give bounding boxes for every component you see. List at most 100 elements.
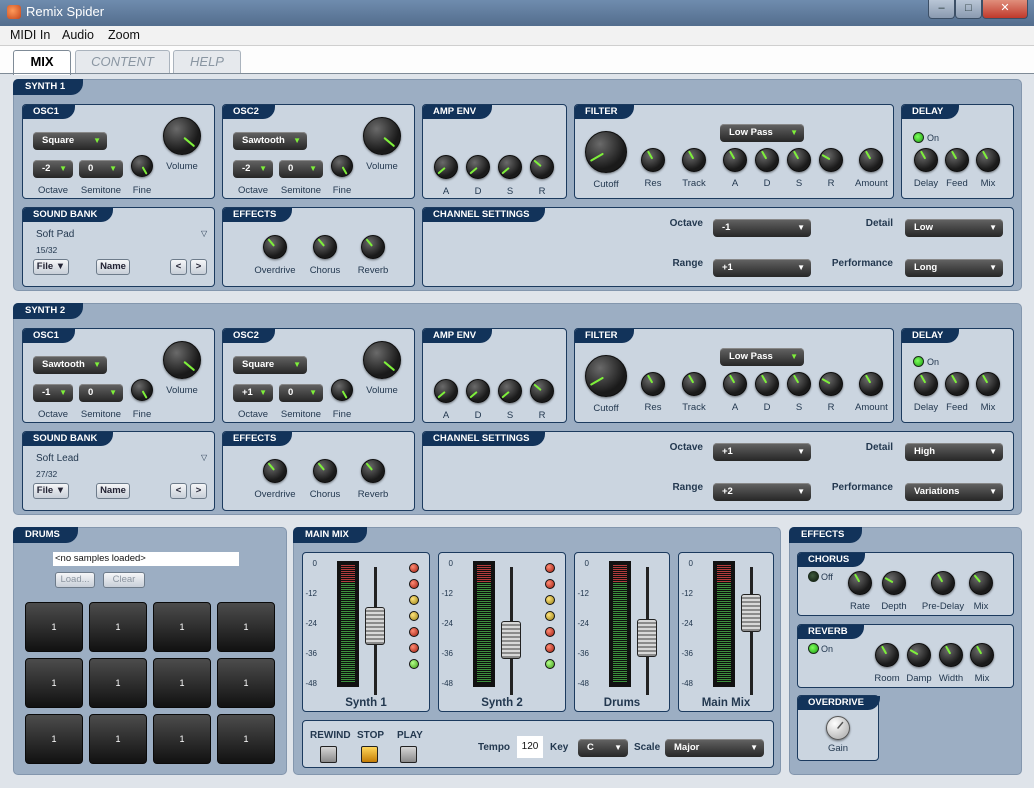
menu-audio[interactable]: Audio <box>62 28 94 42</box>
synth1-delay-knob-1[interactable] <box>945 148 969 172</box>
drum-pad[interactable]: 1 <box>217 714 275 764</box>
synth2-delay-led[interactable] <box>913 356 924 367</box>
tab-mix[interactable]: MIX <box>13 50 71 75</box>
fader-handle[interactable] <box>501 621 521 659</box>
synth1-osc1-wave-dropdown[interactable]: Square ▼ <box>33 132 107 150</box>
samples-field[interactable]: <no samples loaded> <box>53 552 239 566</box>
synth1-amp-env-knob-0[interactable] <box>434 155 458 179</box>
synth1-filter-knob-3[interactable] <box>755 148 779 172</box>
synth1-prev-button[interactable]: < <box>170 259 187 275</box>
synth2-effect-knob-0[interactable] <box>263 459 287 483</box>
fader-handle[interactable] <box>365 607 385 645</box>
reverb-knob-0[interactable] <box>875 643 899 667</box>
rewind-button[interactable] <box>320 746 337 763</box>
synth2-channel-detail-dropdown[interactable]: High ▼ <box>905 443 1003 461</box>
synth2-osc2-volume-knob[interactable] <box>363 341 401 379</box>
synth2-filter-knob-0[interactable] <box>641 372 665 396</box>
synth1-osc1-volume-knob[interactable] <box>163 117 201 155</box>
minimize-button[interactable]: – <box>928 0 955 19</box>
synth2-filter-knob-5[interactable] <box>819 372 843 396</box>
synth1-filter-knob-2[interactable] <box>723 148 747 172</box>
stop-button[interactable] <box>361 746 378 763</box>
synth1-delay-knob-0[interactable] <box>914 148 938 172</box>
clear-button[interactable]: Clear <box>103 572 145 588</box>
synth1-osc1-fine-knob[interactable] <box>131 155 153 177</box>
synth2-filter-knob-2[interactable] <box>723 372 747 396</box>
synth1-amp-env-knob-3[interactable] <box>530 155 554 179</box>
drum-pad[interactable]: 1 <box>153 714 211 764</box>
synth1-amp-env-knob-1[interactable] <box>466 155 490 179</box>
synth2-osc1-wave-dropdown[interactable]: Sawtooth ▼ <box>33 356 107 374</box>
synth1-next-button[interactable]: > <box>190 259 207 275</box>
tab-help[interactable]: HELP <box>173 50 241 74</box>
close-button[interactable]: ✕ <box>982 0 1028 19</box>
synth2-filter-knob-4[interactable] <box>787 372 811 396</box>
triangle-down-icon[interactable]: ▽ <box>201 453 207 462</box>
synth1-filter-type-dropdown[interactable]: Low Pass ▼ <box>720 124 804 142</box>
synth2-amp-env-knob-1[interactable] <box>466 379 490 403</box>
drum-pad[interactable]: 1 <box>25 602 83 652</box>
drum-pad[interactable]: 1 <box>153 602 211 652</box>
reverb-knob-2[interactable] <box>939 643 963 667</box>
synth1-osc2-wave-dropdown[interactable]: Sawtooth ▼ <box>233 132 307 150</box>
synth1-channel-detail-dropdown[interactable]: Low ▼ <box>905 219 1003 237</box>
drum-pad[interactable]: 1 <box>25 714 83 764</box>
synth2-delay-knob-0[interactable] <box>914 372 938 396</box>
chorus-led[interactable] <box>808 571 819 582</box>
drum-pad[interactable]: 1 <box>153 658 211 708</box>
synth1-amp-env-knob-2[interactable] <box>498 155 522 179</box>
synth1-delay-knob-2[interactable] <box>976 148 1000 172</box>
synth1-osc2-fine-knob[interactable] <box>331 155 353 177</box>
fader-handle[interactable] <box>741 594 761 632</box>
chorus-knob-1[interactable] <box>882 571 906 595</box>
synth2-osc1-fine-knob[interactable] <box>131 379 153 401</box>
tempo-input[interactable]: 120 <box>517 736 543 758</box>
load-button[interactable]: Load... <box>55 572 95 588</box>
synth2-osc2-fine-knob[interactable] <box>331 379 353 401</box>
synth2-amp-env-knob-3[interactable] <box>530 379 554 403</box>
synth1-osc2-semitone-dropdown[interactable]: 0 ▼ <box>279 160 323 178</box>
synth1-name-button[interactable]: Name <box>96 259 130 275</box>
drum-pad[interactable]: 1 <box>89 714 147 764</box>
synth2-delay-knob-1[interactable] <box>945 372 969 396</box>
play-button[interactable] <box>400 746 417 763</box>
triangle-down-icon[interactable]: ▽ <box>201 229 207 238</box>
reverb-led[interactable] <box>808 643 819 654</box>
synth1-filter-knob-0[interactable] <box>641 148 665 172</box>
synth2-delay-knob-2[interactable] <box>976 372 1000 396</box>
synth2-file-button[interactable]: File ▼ <box>33 483 69 499</box>
synth2-effect-knob-2[interactable] <box>361 459 385 483</box>
synth2-next-button[interactable]: > <box>190 483 207 499</box>
key-dropdown[interactable]: C ▼ <box>578 739 628 757</box>
synth2-filter-type-dropdown[interactable]: Low Pass ▼ <box>720 348 804 366</box>
synth1-osc2-octave-dropdown[interactable]: -2 ▼ <box>233 160 273 178</box>
menu-zoom[interactable]: Zoom <box>108 28 140 42</box>
synth2-osc1-octave-dropdown[interactable]: -1 ▼ <box>33 384 73 402</box>
synth1-filter-knob-5[interactable] <box>819 148 843 172</box>
synth2-cutoff-knob[interactable] <box>585 355 627 397</box>
reverb-knob-3[interactable] <box>970 643 994 667</box>
synth2-osc1-volume-knob[interactable] <box>163 341 201 379</box>
synth1-channel-performance-dropdown[interactable]: Long ▼ <box>905 259 1003 277</box>
synth2-prev-button[interactable]: < <box>170 483 187 499</box>
synth2-channel-performance-dropdown[interactable]: Variations ▼ <box>905 483 1003 501</box>
synth1-cutoff-knob[interactable] <box>585 131 627 173</box>
synth2-amp-env-knob-2[interactable] <box>498 379 522 403</box>
scale-dropdown[interactable]: Major ▼ <box>665 739 764 757</box>
synth2-filter-knob-1[interactable] <box>682 372 706 396</box>
synth1-effect-knob-0[interactable] <box>263 235 287 259</box>
synth1-file-button[interactable]: File ▼ <box>33 259 69 275</box>
maximize-button[interactable]: □ <box>955 0 982 19</box>
chorus-knob-3[interactable] <box>969 571 993 595</box>
synth1-filter-knob-1[interactable] <box>682 148 706 172</box>
synth1-osc1-octave-dropdown[interactable]: -2 ▼ <box>33 160 73 178</box>
synth1-channel-octave-dropdown[interactable]: -1 ▼ <box>713 219 811 237</box>
chorus-knob-2[interactable] <box>931 571 955 595</box>
synth2-effect-knob-1[interactable] <box>313 459 337 483</box>
reverb-knob-1[interactable] <box>907 643 931 667</box>
drum-pad[interactable]: 1 <box>89 658 147 708</box>
drum-pad[interactable]: 1 <box>25 658 83 708</box>
drum-pad[interactable]: 1 <box>89 602 147 652</box>
gain-knob[interactable] <box>826 716 850 740</box>
synth1-delay-led[interactable] <box>913 132 924 143</box>
